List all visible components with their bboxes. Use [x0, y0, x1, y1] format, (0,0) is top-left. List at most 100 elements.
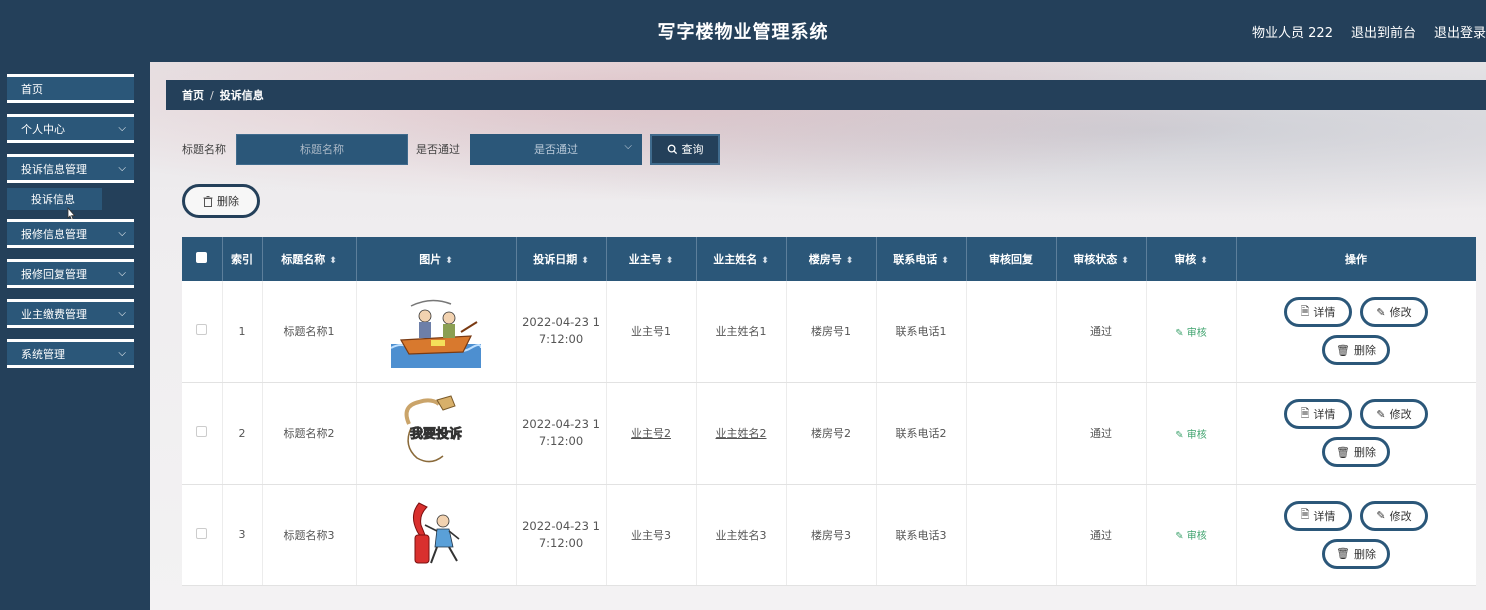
column-header-title[interactable]: 标题名称 ⬍ [262, 237, 357, 281]
complaint-table: 索引 标题名称 ⬍ 图片 ⬍ 投诉日期 ⬍ 业主号 ⬍ 业主姓名 ⬍ 楼房号 ⬍ 联系电话 ⬍… [182, 237, 1476, 610]
document-icon: 🗎 [1300, 406, 1310, 420]
breadcrumb: 首页 / 投诉信息 [166, 80, 1486, 110]
sidebar-item-label: 系统管理 [21, 347, 65, 361]
sidebar-item-personal-center[interactable]: 个人中心 ⌵ [7, 114, 134, 143]
column-header-building[interactable]: 楼房号 ⬍ [786, 237, 877, 281]
chevron-down-icon: ⌵ [118, 348, 126, 359]
audit-link[interactable]: ✎ 审核 [1175, 430, 1207, 441]
cell-date: 2022-04-23 1 7:12:00 [516, 484, 607, 586]
delete-button[interactable]: 🗑 删除 [1322, 538, 1390, 569]
sort-icon[interactable]: ⬍ [666, 256, 674, 266]
cell-index: 2 [222, 382, 263, 485]
sidebar-item-label: 首页 [21, 82, 43, 96]
detail-button[interactable]: 🗎 详情 [1284, 399, 1352, 429]
complaint-image-phone: 我要投诉 [404, 394, 462, 462]
chevron-down-icon: ⌵ [118, 123, 126, 134]
query-button-label: 查询 [681, 143, 704, 156]
column-header-status[interactable]: 审核状态 ⬍ [1056, 237, 1147, 281]
cell-owner-name: 业主姓名2 [696, 382, 787, 485]
row-checkbox[interactable] [182, 382, 223, 485]
audit-link[interactable]: ✎ 审核 [1175, 328, 1207, 339]
detail-button[interactable]: 🗎 详情 [1284, 297, 1352, 328]
chevron-down-icon: ⌵ [118, 308, 126, 319]
detail-button[interactable]: 🗎 详情 [1284, 500, 1352, 531]
delete-button[interactable]: 🗑 删除 [1322, 437, 1390, 467]
column-header-audit[interactable]: 审核 ⬍ [1146, 237, 1237, 281]
pencil-icon: ✎ [1376, 509, 1386, 522]
cell-owner-no: 业主号2 [606, 382, 697, 485]
cell-audit: ✎ 审核 [1146, 382, 1237, 485]
cell-audit: ✎ 审核 [1146, 281, 1237, 383]
cell-building: 楼房号3 [786, 484, 877, 586]
batch-delete-button[interactable]: 删除 [182, 184, 260, 218]
row-checkbox[interactable] [182, 484, 223, 586]
edit-pencil-icon: ✎ [1175, 531, 1184, 542]
cell-owner-no: 业主号1 [606, 281, 697, 383]
trash-icon [203, 195, 213, 207]
cell-audit: ✎ 审核 [1146, 484, 1237, 586]
select-all-checkbox[interactable] [182, 237, 223, 281]
title-search-input[interactable] [236, 133, 408, 165]
cell-status: 通过 [1056, 382, 1147, 485]
sidebar-subitem-label: 投诉信息 [31, 193, 75, 206]
breadcrumb-current: 投诉信息 [219, 89, 264, 102]
chevron-down-icon: ⌵ [118, 163, 126, 174]
cell-owner-name: 业主姓名3 [696, 484, 787, 586]
sidebar-item-repair-reply-management[interactable]: 报修回复管理 ⌵ [7, 259, 134, 288]
sidebar-item-owner-fee-management[interactable]: 业主缴费管理 ⌵ [7, 299, 134, 328]
row-checkbox[interactable] [182, 281, 223, 383]
sidebar-subitem-complaint-info[interactable]: 投诉信息 [7, 188, 102, 210]
passed-filter-select[interactable]: 是否通过 ⌵ [470, 133, 642, 165]
passed-filter-placeholder: 是否通过 [534, 143, 578, 156]
cell-date: 2022-04-23 1 7:12:00 [516, 382, 607, 485]
sort-icon[interactable]: ⬍ [846, 256, 854, 266]
column-header-date[interactable]: 投诉日期 ⬍ [516, 237, 607, 281]
sort-icon[interactable]: ⬍ [445, 256, 453, 266]
cell-phone: 联系电话3 [876, 484, 967, 586]
column-header-reply: 审核回复 [966, 237, 1057, 281]
breadcrumb-home[interactable]: 首页 [182, 87, 204, 103]
table-header-row: 索引 标题名称 ⬍ 图片 ⬍ 投诉日期 ⬍ 业主号 ⬍ 业主姓名 ⬍ 楼房号 ⬍ 联系电话 ⬍… [182, 237, 1476, 281]
query-button[interactable]: 查询 [650, 133, 720, 165]
top-right-links: 物业人员 222 退出到前台 退出登录 [1252, 22, 1486, 41]
sidebar-item-home[interactable]: 首页 [7, 74, 134, 103]
cell-phone: 联系电话2 [876, 382, 967, 485]
sort-icon[interactable]: ⬍ [1200, 256, 1208, 266]
column-header-owner-no[interactable]: 业主号 ⬍ [606, 237, 697, 281]
sidebar-item-label: 个人中心 [21, 122, 65, 136]
delete-button[interactable]: 🗑 删除 [1322, 335, 1390, 366]
title-search-label: 标题名称 [182, 143, 226, 156]
logout-link[interactable]: 退出登录 [1434, 22, 1486, 41]
column-header-actions: 操作 [1236, 237, 1476, 281]
cell-status: 通过 [1056, 281, 1147, 383]
table-row: 2 标题名称2 我要投诉 2022-04-23 1 7:12:00 业主号2 业主… [182, 382, 1476, 485]
cell-owner-no: 业主号3 [606, 484, 697, 586]
sidebar-item-repair-management[interactable]: 报修信息管理 ⌵ [7, 219, 134, 248]
cell-image [356, 281, 517, 383]
sort-icon[interactable]: ⬍ [581, 256, 589, 266]
cell-actions: 🗎 详情 ✎ 修改 🗑 删除 [1236, 281, 1476, 383]
cell-phone: 联系电话1 [876, 281, 967, 383]
pencil-icon: ✎ [1376, 407, 1386, 421]
sidebar: 首页 个人中心 ⌵ 投诉信息管理 ⌵ 投诉信息 报修信息管理 ⌵ 报修回复管理 … [0, 62, 150, 610]
column-header-image[interactable]: 图片 ⬍ [356, 237, 517, 281]
cell-title: 标题名称2 [262, 382, 357, 485]
sort-icon[interactable]: ⬍ [941, 256, 949, 266]
main-content: 首页 / 投诉信息 标题名称 是否通过 是否通过 ⌵ 查询 删除 [150, 62, 1486, 610]
column-header-phone[interactable]: 联系电话 ⬍ [876, 237, 967, 281]
sidebar-item-complaint-management[interactable]: 投诉信息管理 ⌵ [7, 154, 134, 183]
back-to-front-link[interactable]: 退出到前台 [1351, 22, 1416, 41]
batch-delete-label: 删除 [217, 195, 239, 208]
edit-button[interactable]: ✎ 修改 [1360, 297, 1428, 328]
edit-button[interactable]: ✎ 修改 [1360, 399, 1428, 429]
sort-icon[interactable]: ⬍ [329, 256, 337, 266]
cell-title: 标题名称1 [262, 281, 357, 383]
cell-image: 我要投诉 [356, 382, 517, 485]
sort-icon[interactable]: ⬍ [761, 256, 769, 266]
audit-link[interactable]: ✎ 审核 [1175, 531, 1207, 542]
edit-button[interactable]: ✎ 修改 [1360, 500, 1428, 531]
sort-icon[interactable]: ⬍ [1121, 256, 1129, 266]
sidebar-item-system-management[interactable]: 系统管理 ⌵ [7, 339, 134, 368]
column-header-owner-name[interactable]: 业主姓名 ⬍ [696, 237, 787, 281]
cell-reply [966, 382, 1057, 485]
